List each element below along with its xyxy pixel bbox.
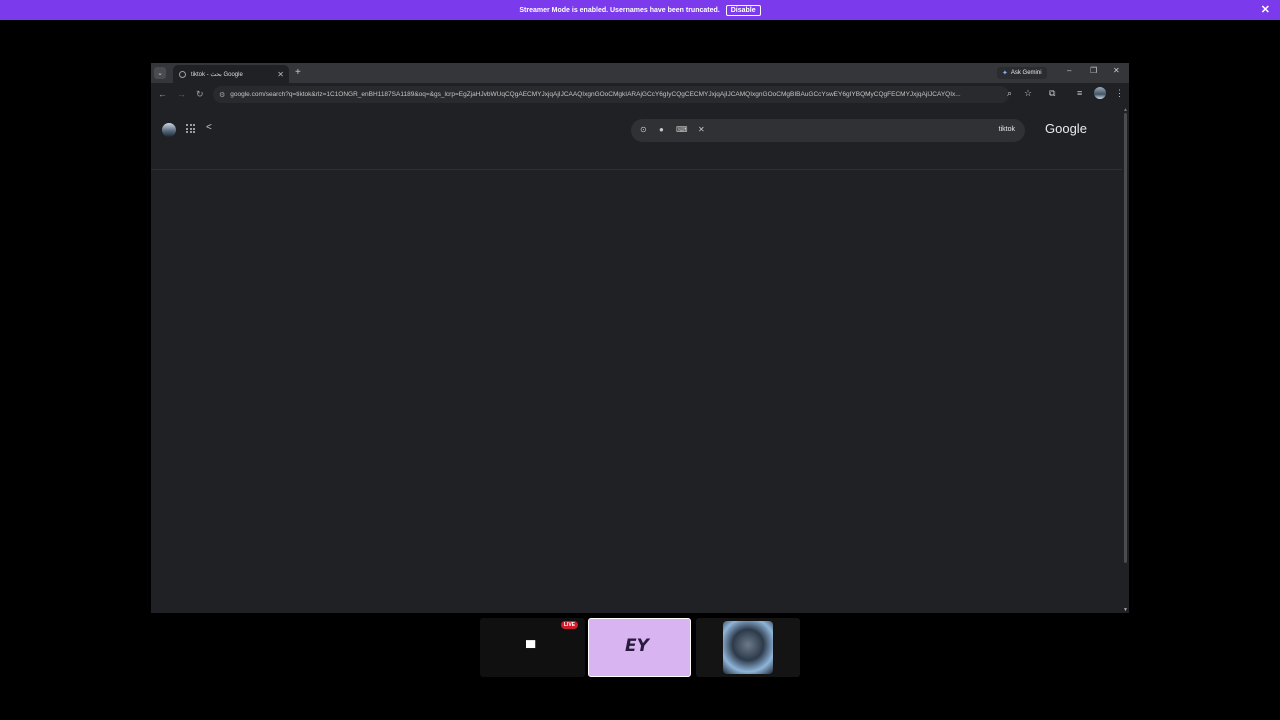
- google-logo[interactable]: Google: [1045, 121, 1087, 136]
- clear-icon[interactable]: ✕: [698, 125, 705, 134]
- tab-close-icon[interactable]: ✕: [277, 70, 284, 79]
- lens-icon[interactable]: ⊙: [640, 125, 647, 134]
- apps-icon[interactable]: [186, 124, 195, 133]
- tab-search-icon[interactable]: ⌄: [154, 67, 166, 79]
- mic-icon[interactable]: ●: [659, 125, 664, 134]
- url-text[interactable]: google.com/search?q=tiktok&rlz=1C1ONGR_e…: [230, 91, 1000, 98]
- tab-title: tiktok - بحث Google: [191, 71, 243, 78]
- share-icon[interactable]: <: [206, 122, 212, 133]
- tab-strip: ⌄ tiktok - بحث Google ✕ + ✦ Ask Gemini –…: [151, 63, 1129, 83]
- browser-toolbar: ← → ↻ ⚙ google.com/search?q=tiktok&rlz=1…: [151, 83, 1129, 106]
- extensions-icon[interactable]: ⧉: [1049, 88, 1055, 99]
- forward-button[interactable]: →: [177, 89, 186, 99]
- account-avatar[interactable]: [162, 123, 176, 137]
- search-header: < ⊙ ● ⌨ ✕ tiktok Google: [151, 107, 1122, 170]
- star-icon[interactable]: ☆: [1024, 88, 1032, 99]
- profile-avatar[interactable]: [1094, 87, 1106, 99]
- ask-gemini-button[interactable]: ✦ Ask Gemini: [997, 67, 1047, 79]
- back-button[interactable]: ←: [158, 89, 167, 99]
- disable-streamer-mode-button[interactable]: Disable: [725, 4, 761, 16]
- search-box[interactable]: ⊙ ● ⌨ ✕ tiktok: [631, 119, 1025, 142]
- monitor-icon: ▀: [526, 640, 536, 655]
- user-avatar-tile[interactable]: [696, 618, 800, 677]
- restore-button[interactable]: ❐: [1090, 66, 1097, 75]
- close-icon[interactable]: ✕: [1261, 3, 1270, 16]
- screen-share-tile[interactable]: ▀ LIVE: [480, 618, 585, 677]
- keyboard-icon[interactable]: ⌨: [676, 125, 688, 134]
- ask-gemini-label: Ask Gemini: [1010, 70, 1042, 76]
- close-window-button[interactable]: ✕: [1113, 66, 1120, 75]
- live-badge: LIVE: [560, 621, 578, 629]
- page-scrollbar[interactable]: ▲ ▼: [1122, 107, 1129, 613]
- address-bar[interactable]: ⚙ google.com/search?q=tiktok&rlz=1C1ONGR…: [213, 86, 1009, 103]
- minimize-button[interactable]: –: [1067, 66, 1071, 75]
- browser-window: ⌄ tiktok - بحث Google ✕ + ✦ Ask Gemini –…: [151, 63, 1129, 613]
- loading-icon: [179, 70, 186, 78]
- zoom-icon[interactable]: ⌕: [1007, 88, 1012, 99]
- search-input[interactable]: tiktok: [999, 126, 1015, 133]
- streamer-mode-banner: Streamer Mode is enabled. Usernames have…: [0, 0, 1280, 20]
- scrollbar-thumb[interactable]: [1124, 113, 1127, 563]
- new-tab-button[interactable]: +: [295, 67, 301, 78]
- site-info-icon[interactable]: ⚙: [219, 91, 225, 99]
- gemini-icon: ✦: [1002, 70, 1008, 77]
- menu-icon[interactable]: ⋮: [1115, 88, 1124, 99]
- google-results-page: < ⊙ ● ⌨ ✕ tiktok Google ▲ ▼: [151, 107, 1129, 613]
- reload-button[interactable]: ↻: [196, 89, 204, 100]
- media-icon[interactable]: ≡: [1077, 88, 1082, 98]
- avatar-image: [723, 621, 773, 674]
- brand-tile[interactable]: EY: [588, 618, 691, 677]
- banner-message: Streamer Mode is enabled. Usernames have…: [519, 6, 720, 14]
- tab-google-search[interactable]: tiktok - بحث Google ✕: [173, 65, 289, 83]
- brand-logo: EY: [625, 636, 649, 656]
- scroll-down-icon[interactable]: ▼: [1123, 607, 1128, 613]
- stream-switcher: ▀ LIVE EY: [480, 618, 800, 677]
